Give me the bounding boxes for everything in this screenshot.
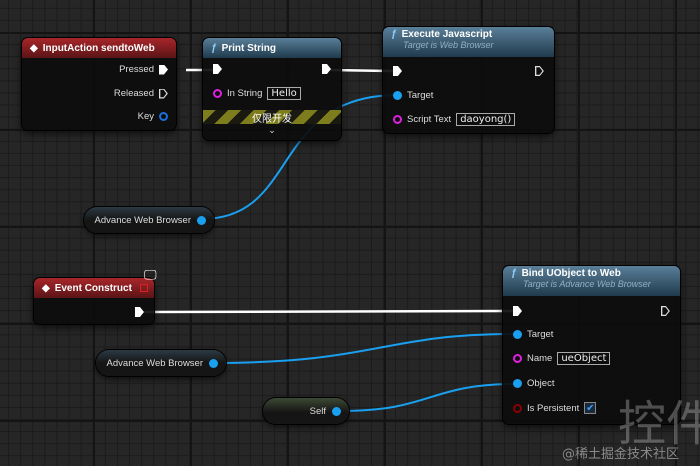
pin-label: Target — [527, 329, 554, 340]
variable-label: Advance Web Browser — [106, 357, 203, 369]
in-string-input[interactable]: Hello — [267, 87, 301, 100]
variable-label: Advance Web Browser — [94, 214, 191, 226]
script-text-input[interactable]: daoyong() — [456, 113, 516, 126]
pin-label: Is Persistent — [527, 402, 580, 414]
is-persistent-checkbox[interactable]: ✔ — [584, 402, 597, 414]
node-title: InputAction sendtoWeb — [42, 42, 155, 54]
function-icon: ƒ — [211, 42, 217, 54]
exec-in-pin[interactable] — [393, 66, 402, 76]
exec-in-pin[interactable] — [513, 306, 522, 316]
development-only-banner: 仅限开发 — [203, 110, 341, 125]
advance-web-browser-variable[interactable]: Advance Web Browser — [84, 207, 214, 233]
event-construct-node[interactable]: ◆ Event Construct 🖵 — [34, 267, 157, 324]
object-pin[interactable] — [332, 406, 341, 416]
pin-label: In String — [227, 88, 263, 99]
event-diamond-icon: ◆ — [30, 42, 38, 54]
input-action-node[interactable]: ◆ InputAction sendtoWeb Pressed Released … — [22, 38, 176, 130]
function-icon: ƒ — [511, 268, 517, 279]
object-pin[interactable] — [513, 379, 522, 388]
client-monitor-icon: 🖵 — [144, 267, 157, 282]
self-node[interactable]: Self — [263, 398, 349, 424]
function-icon: ƒ — [391, 29, 397, 40]
pin-label: Name — [527, 353, 553, 364]
string-pin[interactable] — [513, 354, 522, 363]
released-exec-pin[interactable] — [159, 89, 168, 99]
pressed-exec-pin[interactable] — [159, 64, 168, 75]
exec-out-pin[interactable] — [322, 64, 331, 74]
node-subtitle: Target is Web Browser — [403, 40, 494, 50]
pin-label: Object — [527, 378, 555, 389]
object-pin[interactable] — [197, 215, 206, 225]
pin-label: Pressed — [119, 64, 154, 75]
object-pin[interactable] — [209, 358, 218, 368]
variable-label: Self — [309, 405, 326, 417]
key-pin[interactable] — [159, 112, 168, 121]
advance-web-browser-variable[interactable]: Advance Web Browser — [96, 350, 226, 376]
banner-text: 仅限开发 — [252, 113, 292, 125]
object-wire — [209, 333, 516, 364]
target-pin[interactable] — [393, 91, 402, 100]
exec-wire — [143, 309, 516, 314]
node-subtitle: Target is Advance Web Browser — [523, 279, 651, 289]
bool-pin[interactable] — [513, 403, 522, 413]
target-pin[interactable] — [513, 330, 522, 339]
watermark-large: 控件 — [618, 396, 700, 452]
node-title: Bind UObject to Web — [521, 268, 621, 279]
watermark-text: @稀土掘金技术社区 — [562, 447, 680, 462]
node-title: Print String — [221, 42, 277, 54]
pin-label: Script Text — [407, 114, 452, 125]
exec-out-pin[interactable] — [661, 306, 670, 316]
pin-label: Released — [113, 88, 154, 99]
object-wire — [341, 383, 516, 412]
pin-label: Key — [137, 111, 154, 122]
exec-out-pin[interactable] — [135, 307, 144, 317]
expand-chevron-icon[interactable]: ⌄ — [203, 125, 341, 136]
exec-in-pin[interactable] — [213, 64, 222, 74]
string-pin[interactable] — [213, 89, 222, 98]
print-string-node[interactable]: ƒ Print String In String Hello 仅限开发 ⌄ — [203, 38, 341, 140]
string-pin[interactable] — [393, 115, 402, 124]
exec-out-pin[interactable] — [535, 66, 544, 76]
name-input[interactable]: ueObject — [557, 352, 611, 365]
breakpoint-marker — [140, 284, 148, 292]
execute-javascript-node[interactable]: ƒ Execute Javascript Target is Web Browser… — [383, 27, 554, 133]
pin-label: Target — [407, 90, 434, 101]
node-title: Execute Javascript — [401, 29, 493, 40]
node-title: Event Construct — [54, 282, 132, 294]
event-diamond-icon: ◆ — [42, 282, 50, 294]
